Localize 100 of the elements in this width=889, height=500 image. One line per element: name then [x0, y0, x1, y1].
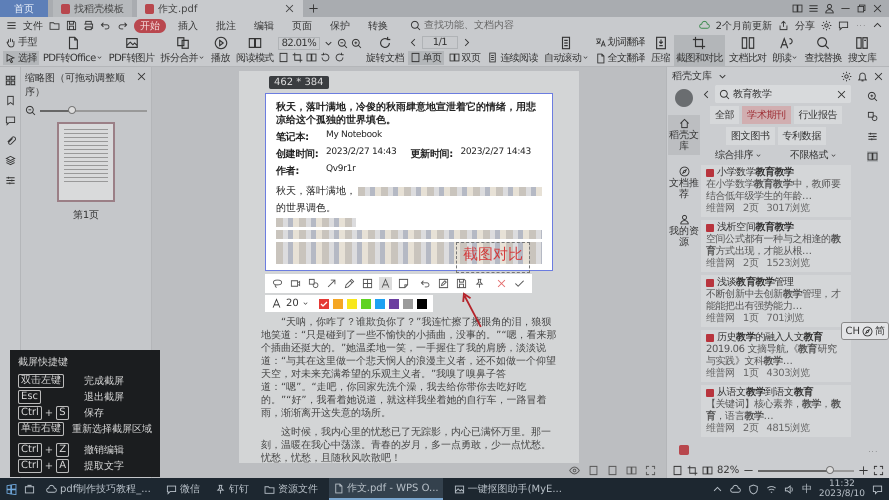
toolbar-button[interactable]: 旋转文档	[364, 34, 406, 66]
document-card[interactable]: 小学数学教育教学 在小学数学教育教学中，教师要结合低年级学生的年龄… 维普网 2页 3017浏览	[701, 165, 851, 217]
input-method-badge[interactable]: CH 简	[841, 322, 889, 340]
toolbar-button[interactable]: 拆分合并	[158, 34, 208, 66]
bell-icon[interactable]	[857, 70, 868, 82]
close-icon[interactable]	[872, 3, 883, 14]
windows-icon[interactable]	[6, 484, 17, 494]
view-mode-button[interactable]: 单页	[408, 50, 444, 64]
menu-tab[interactable]: 页面	[286, 18, 318, 32]
page-icon[interactable]	[278, 52, 289, 63]
zoom-level[interactable]: 82%	[717, 465, 740, 476]
redo-icon[interactable]	[117, 20, 128, 31]
folder-icon[interactable]	[49, 20, 60, 31]
panel-title[interactable]: 稻壳文库	[672, 69, 712, 83]
user-icon[interactable]	[824, 3, 835, 14]
book-icon[interactable]	[306, 52, 317, 63]
plus-icon[interactable]	[308, 3, 319, 14]
comment-icon[interactable]	[4, 115, 16, 126]
menu-tab[interactable]: 插入	[172, 18, 204, 32]
expand-icon[interactable]	[645, 465, 656, 476]
pencil-icon[interactable]	[343, 277, 356, 290]
zoom-in-icon[interactable]	[866, 91, 878, 102]
library-nav-item[interactable]: 稻壳文库	[668, 115, 700, 155]
menu-tab[interactable]: 转换	[362, 18, 394, 32]
taskbar-item[interactable]: pdf制作技巧教程_...	[42, 478, 155, 500]
taskbar-item[interactable]: 微信	[162, 478, 204, 500]
task-view-icon[interactable]	[24, 484, 35, 494]
undo-icon[interactable]	[100, 20, 111, 31]
zoom-field[interactable]: 82.01%	[278, 37, 320, 50]
notification-icon[interactable]	[872, 484, 883, 494]
page-number-field[interactable]: 1/1	[422, 36, 458, 48]
lasso-icon[interactable]	[271, 277, 284, 290]
toolbar-button[interactable]: 播放	[209, 34, 232, 66]
sticker-icon[interactable]	[397, 277, 410, 290]
shapes-icon[interactable]	[307, 277, 320, 290]
color-swatch[interactable]	[346, 298, 357, 308]
attachment-icon[interactable]	[4, 135, 16, 146]
save-icon[interactable]	[455, 277, 468, 290]
speaker-icon[interactable]	[784, 484, 795, 494]
book-icon[interactable]	[626, 465, 637, 476]
library-nav-item[interactable]: 文档推荐	[668, 163, 700, 203]
toolbar-button[interactable]: 查找替换	[802, 34, 844, 66]
layers-icon[interactable]	[4, 155, 16, 166]
filter-tab[interactable]: 图文图书	[726, 127, 774, 145]
color-swatch[interactable]	[360, 298, 371, 308]
book-icon[interactable]	[702, 465, 713, 476]
menu-icon[interactable]	[6, 20, 17, 31]
filter-tab[interactable]: 行业报告	[794, 106, 842, 124]
toolbar-button[interactable]: PDF转图片	[106, 34, 157, 66]
search-field[interactable]: 教育教学	[715, 85, 851, 103]
printer-icon[interactable]	[83, 20, 94, 31]
view-mode-button[interactable]: 连续阅读	[485, 50, 540, 64]
zoom-out-icon[interactable]	[25, 105, 36, 116]
letter-a-icon[interactable]	[379, 277, 392, 290]
taskbar-item[interactable]: 一键抠图助手(MyE...	[450, 478, 566, 500]
filter-tab[interactable]: 专利数据	[778, 127, 826, 145]
bookmark-icon[interactable]	[4, 95, 16, 106]
rotate-icon[interactable]	[334, 52, 345, 63]
document-card[interactable]: 浅析空间教育教学 空间公式都有一种与之相逢的教育方式出现，才能从根… 维普网 2页 1523浏览	[701, 220, 851, 272]
crop-icon[interactable]	[687, 465, 698, 476]
color-swatch[interactable]	[402, 298, 413, 308]
page-icon[interactable]	[672, 465, 683, 476]
toolbar-button[interactable]: 截图和对比	[674, 34, 725, 66]
page-thumbnail[interactable]	[57, 122, 115, 202]
file-menu[interactable]: 文件	[23, 18, 43, 32]
input-method[interactable]: 中	[802, 482, 812, 496]
share-link[interactable]: 分享	[795, 18, 815, 32]
toolbar-button[interactable]: 全文翻译	[592, 51, 648, 65]
color-swatch[interactable]	[318, 298, 329, 308]
plus-icon[interactable]	[858, 465, 869, 476]
color-swatch[interactable]	[388, 298, 399, 308]
gear-icon[interactable]	[841, 70, 852, 82]
taskbar-item[interactable]: 作文.pdf - WPS O...	[328, 478, 443, 500]
page-icon[interactable]	[588, 465, 599, 476]
sliders-icon[interactable]	[4, 175, 16, 186]
book-icon[interactable]	[792, 3, 803, 14]
filter-tab[interactable]: 全部	[710, 106, 740, 124]
document-card[interactable]: 从语文教学到语文教育 【关键词】核心素养，教学，教育，语言教学… 维普网 2页 4815浏览	[701, 385, 851, 437]
arrow-icon[interactable]	[325, 277, 338, 290]
close-icon[interactable]	[873, 70, 884, 82]
color-swatch[interactable]	[374, 298, 385, 308]
expand-icon[interactable]	[873, 465, 884, 476]
close-icon[interactable]	[136, 71, 147, 82]
shapes-icon[interactable]	[866, 111, 878, 122]
edit-icon[interactable]	[437, 277, 450, 290]
sliders-icon[interactable]	[866, 131, 878, 142]
toolbar-button[interactable]: PDF转Office	[40, 34, 105, 66]
toolbar-button[interactable]: 阅读模式	[234, 34, 276, 66]
screenshot-selection[interactable]: 秋天，落叶满地，冷俊的秋雨肆意地宣泄着它的情绪，用悲凉给这个孤独的世界填色。 笔记本: My Notebook 创建时间: 2023/2/27 14:43 更新时间: 2023/2/27 14:43 作者: Qv9r1r 秋天，落叶满地， 的世界调色。 截图对比	[265, 93, 553, 271]
color-swatch[interactable]	[416, 298, 427, 308]
sort-dropdown[interactable]: 综合排序	[714, 148, 762, 162]
font-size-select[interactable]: 20	[286, 298, 309, 309]
letter-a-icon[interactable]	[271, 298, 282, 309]
toolbar-button[interactable]: 手型	[3, 35, 39, 49]
menu-icon[interactable]	[808, 3, 819, 14]
sort-dropdown[interactable]: 不限格式	[790, 148, 838, 162]
document-tab[interactable]: 找稻壳模板	[53, 0, 132, 17]
document-card[interactable]: 浅谈教育教学管理 不断创新中去创新教学管理，才能能把出有强势能力… 维普网 1页 701浏览	[701, 275, 851, 327]
toolbar-button[interactable]: 压缩	[649, 34, 672, 66]
comment-icon[interactable]	[838, 20, 849, 31]
